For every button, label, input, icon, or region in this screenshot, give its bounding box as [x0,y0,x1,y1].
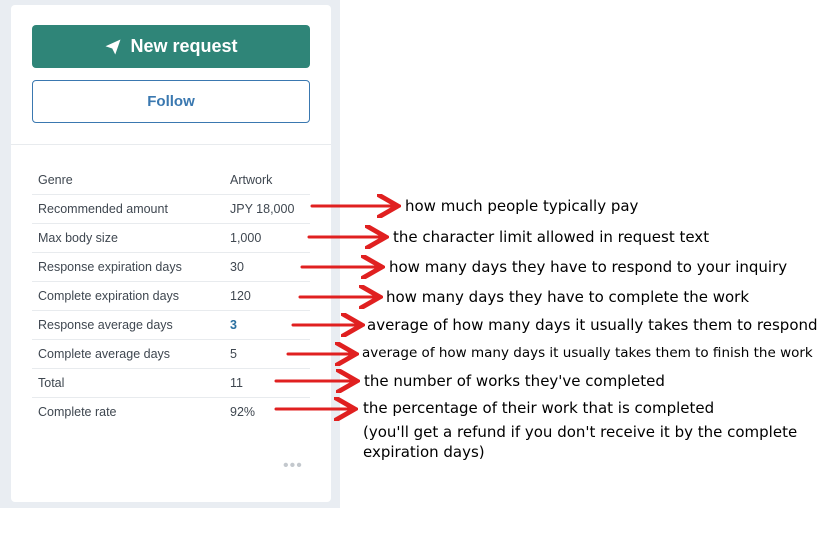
note-recommended-amount: how much people typically pay [405,197,639,215]
note-complete-rate-refund: (you'll get a refund if you don't receiv… [363,423,798,461]
annotation-arrows [274,0,834,560]
note-max-body-size: the character limit allowed in request t… [393,228,710,246]
note-complete-expiration: how many days they have to complete the … [386,288,750,306]
note-complete-average: average of how many days it usually take… [362,345,813,361]
note-complete-rate: the percentage of their work that is com… [363,399,715,417]
note-response-expiration: how many days they have to respond to yo… [389,258,788,276]
note-total: the number of works they've completed [364,372,665,390]
note-response-average: average of how many days it usually take… [367,316,818,334]
